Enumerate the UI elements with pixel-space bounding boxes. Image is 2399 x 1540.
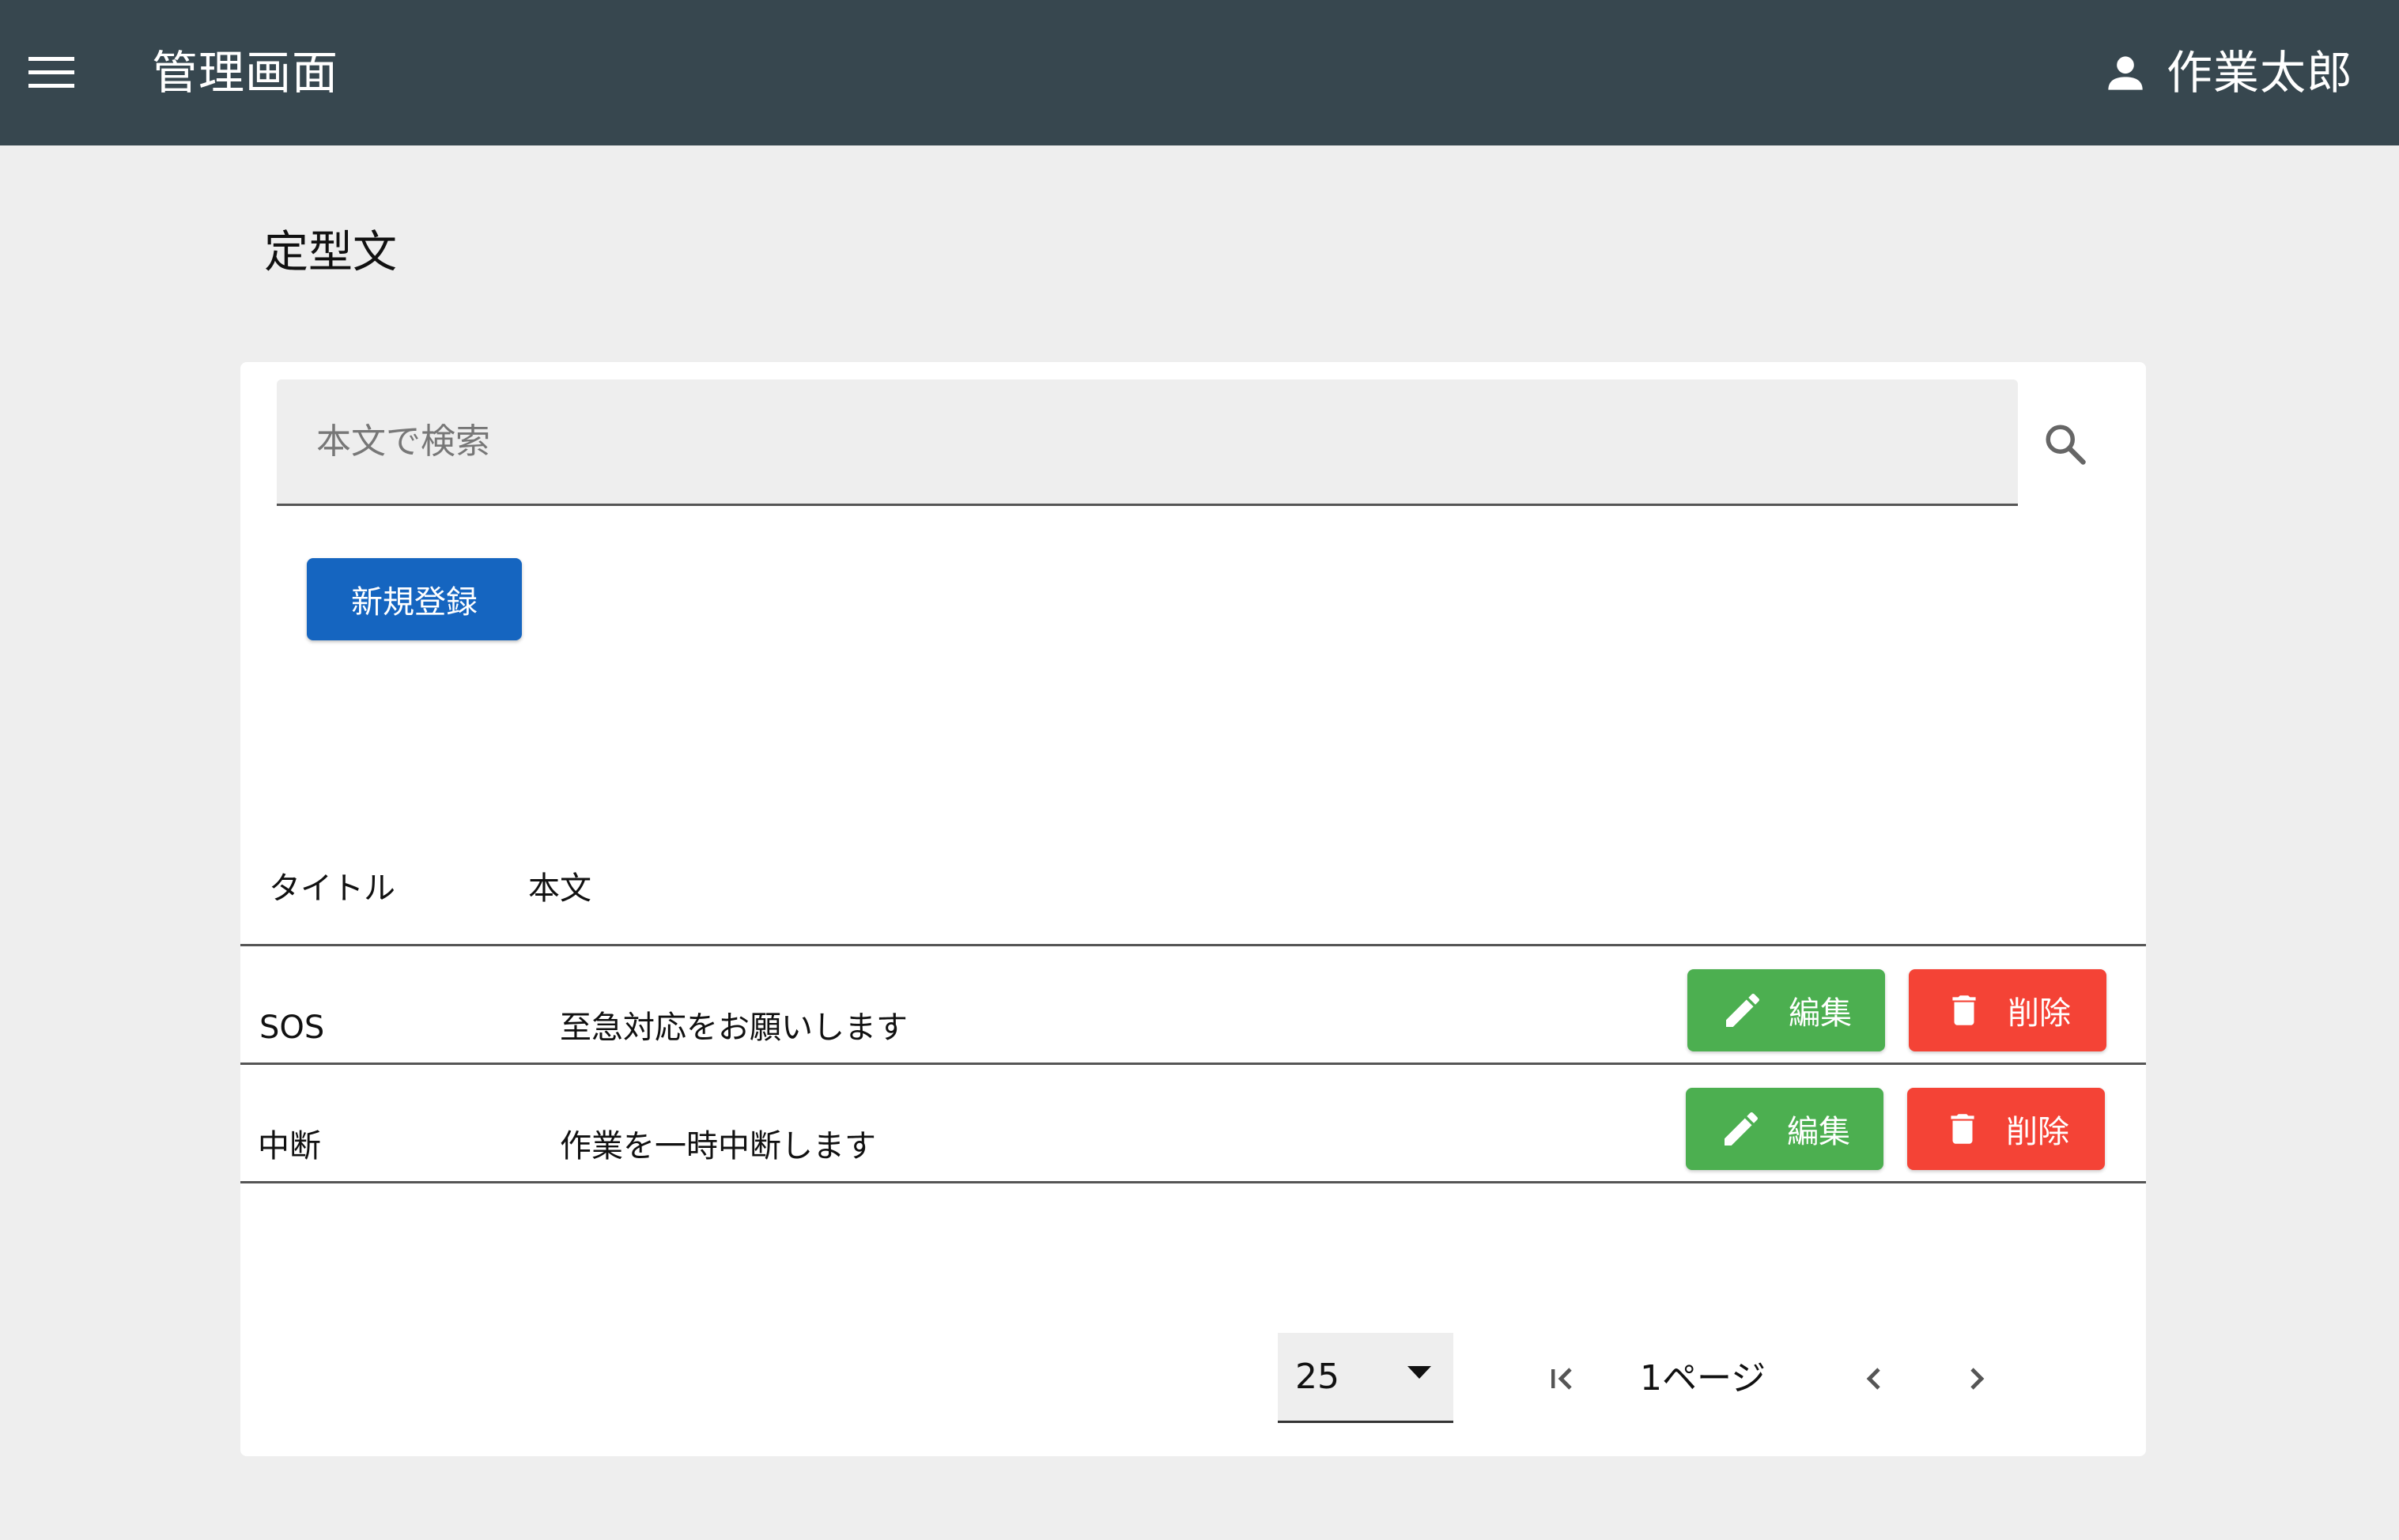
user-menu[interactable]: 作業太郎 xyxy=(2105,40,2353,106)
trash-icon xyxy=(1951,1114,1974,1144)
row-title: 中断 xyxy=(258,1128,321,1164)
edit-button[interactable]: 編集 xyxy=(1686,1088,1883,1170)
row-divider xyxy=(240,1063,2146,1065)
rows-per-page-value: 25 xyxy=(1295,1357,1339,1397)
pencil-icon xyxy=(1726,993,1759,1027)
first-page-button[interactable] xyxy=(1529,1346,1596,1412)
caret-down-icon xyxy=(1407,1366,1431,1379)
user-name: 作業太郎 xyxy=(2166,46,2353,100)
hamburger-menu-icon xyxy=(28,57,74,88)
column-header-title: タイトル xyxy=(269,870,395,907)
page-title: 定型文 xyxy=(264,227,397,278)
delete-label: 削除 xyxy=(2008,995,2071,1032)
header-divider xyxy=(240,944,2146,946)
person-icon xyxy=(2108,56,2143,90)
next-page-button[interactable] xyxy=(1944,1346,2010,1412)
page-indicator: 1ページ xyxy=(1640,1358,1766,1398)
previous-page-button[interactable] xyxy=(1841,1346,1907,1412)
chevron-left-icon xyxy=(1866,1368,1880,1390)
row-body: 作業を一時中断します xyxy=(560,1128,876,1164)
search-icon xyxy=(2046,425,2086,465)
edit-button[interactable]: 編集 xyxy=(1687,969,1885,1051)
content-card: 新規登録 タイトル 本文 SOS 至急対応をお願いします 編集 削除 中断 作業… xyxy=(240,362,2146,1456)
rows-per-page-select[interactable]: 25 xyxy=(1278,1333,1453,1423)
app-bar: 管理画面 作業太郎 xyxy=(0,0,2399,145)
trash-icon xyxy=(1952,995,1976,1025)
row-divider xyxy=(240,1181,2146,1183)
row-body: 至急対応をお願いします xyxy=(560,1010,908,1046)
menu-button[interactable] xyxy=(17,41,85,104)
delete-label: 削除 xyxy=(2006,1114,2069,1150)
chevron-right-icon xyxy=(1970,1368,1985,1390)
search-field xyxy=(277,379,2018,506)
delete-button[interactable]: 削除 xyxy=(1909,969,2106,1051)
search-input[interactable] xyxy=(277,379,2018,504)
delete-button[interactable]: 削除 xyxy=(1907,1088,2105,1170)
row-title: SOS xyxy=(259,1010,325,1046)
pencil-icon xyxy=(1725,1112,1758,1146)
new-register-button[interactable]: 新規登録 xyxy=(307,558,522,640)
app-title: 管理画面 xyxy=(152,46,339,100)
first-page-icon xyxy=(1551,1368,1572,1390)
search-button[interactable] xyxy=(2032,411,2099,477)
edit-label: 編集 xyxy=(1789,995,1852,1032)
column-header-body: 本文 xyxy=(528,870,591,907)
edit-label: 編集 xyxy=(1787,1114,1850,1150)
